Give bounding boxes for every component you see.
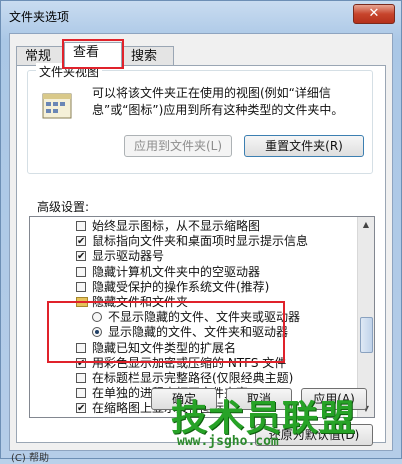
folder-options-window: 文件夹选项 ✕ 常规 查看 搜索 文件夹视图 可以将该文件夹正在使用的视图(例如… [0,0,402,464]
bottom-text: (C) 帮助 [11,453,49,464]
setting-label: 隐藏计算机文件夹中的空驱动器 [92,264,261,279]
setting-label: 显示驱动器号 [92,249,165,264]
setting-label: 始终显示图标，从不显示缩略图 [92,219,261,233]
bottom-strip: (C) 帮助 [1,449,402,464]
window-title: 文件夹选项 [9,10,70,24]
folder-views-icon [42,93,72,119]
scroll-up-icon[interactable]: ▲ [358,217,374,233]
hidden-files-annotation-box [47,301,285,363]
tab-label: 常规 [25,49,52,64]
watermark-url: www.jsgho.com [177,434,279,449]
close-icon: ✕ [368,6,380,21]
close-button[interactable]: ✕ [353,4,395,24]
setting-checkbox[interactable] [76,266,86,277]
setting-label: 鼠标指向文件夹和桌面项时显示提示信息 [92,234,309,249]
setting-label: 隐藏受保护的操作系统文件(推荐) [92,279,270,294]
vertical-scrollbar[interactable]: ▲ ▼ [357,217,374,417]
tab-annotation-box [62,39,124,69]
setting-checkbox[interactable] [76,401,86,416]
apply-to-folders-button[interactable]: 应用到文件夹(L) [124,135,232,157]
setting-checkbox[interactable] [76,249,86,264]
view-tab-page: 文件夹视图 可以将该文件夹正在使用的视图(例如“详细信息”或“图标”)应用到所有… [16,63,386,446]
setting-checkbox[interactable] [76,373,86,383]
folder-views-description: 可以将该文件夹正在使用的视图(例如“详细信息”或“图标”)应用到所有这种类型的文… [92,86,344,117]
setting-checkbox[interactable] [76,281,86,292]
tab-search[interactable]: 搜索 [122,46,174,66]
folder-views-group: 文件夹视图 可以将该文件夹正在使用的视图(例如“详细信息”或“图标”)应用到所有… [27,63,373,174]
tab-label: 搜索 [131,49,158,64]
title-bar[interactable]: 文件夹选项 ✕ [1,1,401,31]
setting-checkbox[interactable] [76,234,86,249]
setting-checkbox[interactable] [76,221,86,231]
advanced-settings-label: 高级设置: [37,200,90,214]
setting-checkbox[interactable] [76,388,86,399]
scroll-thumb[interactable] [360,317,373,353]
setting-label: 在标题栏显示完整路径(仅限经典主题) [92,371,294,385]
reset-folders-button[interactable]: 重置文件夹(R) [244,135,364,157]
